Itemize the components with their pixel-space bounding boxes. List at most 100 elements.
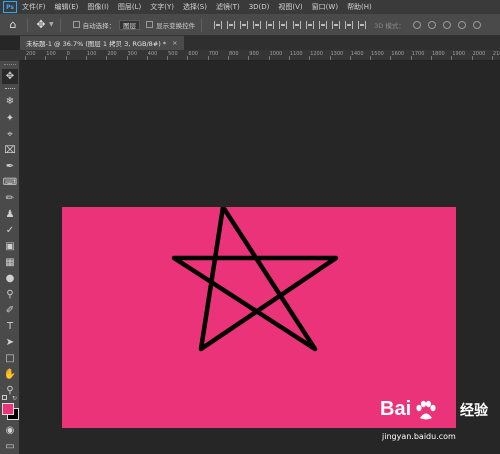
auto-select-label: 自动选择：	[82, 21, 116, 30]
orbit-3d-icon[interactable]	[412, 20, 421, 29]
menu-edit[interactable]: 编辑(E)	[55, 2, 79, 12]
watermark-suffix: 经验	[460, 403, 488, 419]
distribute-right-icon[interactable]	[358, 20, 367, 29]
ruler-tick-label: 900	[249, 51, 259, 57]
distribute-vcenter-icon[interactable]	[306, 20, 315, 29]
rectangle-tool-icon[interactable]: □	[2, 351, 18, 366]
path-selection-tool-icon[interactable]: ➤	[2, 335, 18, 350]
chevron-down-icon[interactable]: ▼	[49, 21, 54, 28]
menu-layer[interactable]: 图层(L)	[118, 2, 141, 12]
distribute-buttons	[293, 20, 367, 29]
menu-image[interactable]: 图像(I)	[87, 2, 109, 12]
default-colors-icon[interactable]	[2, 395, 7, 400]
horizontal-ruler[interactable]: 200 100 0 100 200 300 400 500 600 700 800 900 1000 11…	[20, 50, 500, 61]
move-tool-icon[interactable]: ✥	[2, 69, 18, 84]
panel-grip[interactable]	[3, 64, 16, 67]
marquee-tool-icon[interactable]	[5, 88, 15, 91]
options-bar: ⌂ ✥ ▼ 自动选择： 图层 显示变换控件 3D 模式：	[0, 14, 500, 36]
menu-file[interactable]: 文件(F)	[22, 2, 46, 12]
ruler-tick-label: 2100	[492, 51, 500, 57]
ruler-tick-label: 200	[107, 51, 117, 57]
align-top-icon[interactable]	[214, 20, 223, 29]
dodge-tool-icon[interactable]: ⚲	[2, 287, 18, 302]
swap-colors-icon[interactable]: ↻	[12, 395, 17, 402]
menu-help[interactable]: 帮助(H)	[347, 2, 372, 12]
watermark-logo: Bai	[380, 398, 412, 420]
3d-mode-label: 3D 模式：	[374, 21, 405, 30]
screen-mode-icon[interactable]: ▭	[2, 439, 18, 454]
auto-select-checkbox[interactable]	[72, 21, 80, 28]
show-transform-checkbox[interactable]	[146, 21, 154, 28]
type-tool-icon[interactable]: T	[2, 319, 18, 334]
align-right-icon[interactable]	[279, 20, 288, 29]
watermark: Bai 经验 jingyan.baidu.com	[380, 398, 500, 454]
align-hcenter-icon[interactable]	[266, 20, 275, 29]
distribute-left-icon[interactable]	[332, 20, 341, 29]
eyedropper-tool-icon[interactable]: ✒	[2, 159, 18, 174]
divider	[59, 17, 61, 32]
document-tab-bar: 未标题-1 @ 36.7% (图层 1 拷贝 3, RGB/8#) * ×	[20, 36, 500, 50]
pan-3d-icon[interactable]	[442, 20, 451, 29]
document-tab[interactable]: 未标题-1 @ 36.7% (图层 1 拷贝 3, RGB/8#) * ×	[20, 36, 184, 50]
photoshop-logo[interactable]: Ps	[3, 1, 17, 13]
show-transform-label: 显示变换控件	[156, 21, 196, 30]
ruler-tick-label: 1200	[310, 51, 323, 57]
star-shape[interactable]	[62, 207, 456, 428]
ruler-corner	[0, 50, 20, 61]
distribute-top-icon[interactable]	[293, 20, 302, 29]
align-left-icon[interactable]	[253, 20, 262, 29]
history-brush-tool-icon[interactable]: ✓	[2, 223, 18, 238]
divider	[27, 17, 28, 32]
lasso-tool-icon[interactable]: ❄	[2, 94, 18, 109]
ruler-tick-label: 1400	[350, 51, 364, 57]
ruler-tick-label: 100	[86, 51, 97, 57]
crop-tool-icon[interactable]: ⌖	[2, 127, 18, 142]
menu-select[interactable]: 选择(S)	[183, 2, 207, 12]
menu-type[interactable]: 文字(Y)	[150, 2, 174, 12]
menu-3d[interactable]: 3D(D)	[249, 3, 270, 11]
menu-view[interactable]: 视图(V)	[278, 2, 302, 12]
divider	[201, 17, 203, 32]
scale-3d-icon[interactable]	[472, 20, 481, 29]
home-icon[interactable]: ⌂	[5, 17, 21, 33]
paw-icon	[416, 400, 436, 420]
clone-stamp-tool-icon[interactable]: ♟	[2, 207, 18, 222]
align-bottom-icon[interactable]	[240, 20, 249, 29]
ruler-tick-label: 700	[208, 51, 219, 57]
ruler-tick-label: 0	[66, 51, 70, 57]
distribute-bottom-icon[interactable]	[319, 20, 328, 29]
gradient-tool-icon[interactable]: ▦	[2, 255, 18, 270]
close-icon[interactable]: ×	[172, 39, 177, 47]
menu-window[interactable]: 窗口(W)	[312, 2, 338, 12]
align-buttons	[214, 20, 288, 29]
roll-3d-icon[interactable]	[427, 20, 436, 29]
ruler-tick-label: 1300	[330, 51, 344, 57]
ruler-tick-label: 2000	[472, 51, 486, 57]
menu-bar: Ps 文件(F) 编辑(E) 图像(I) 图层(L) 文字(Y) 选择(S) 滤…	[0, 0, 500, 14]
magic-wand-tool-icon[interactable]: ✦	[2, 111, 18, 126]
ruler-tick-label: 200	[26, 51, 36, 57]
brush-tool-icon[interactable]: ✏	[2, 191, 18, 206]
frame-tool-icon[interactable]: ⌧	[2, 143, 18, 158]
hand-tool-icon[interactable]: ✋	[2, 367, 18, 382]
distribute-hcenter-icon[interactable]	[345, 20, 354, 29]
canvas-document[interactable]	[62, 207, 456, 428]
ruler-tick-label: 800	[229, 51, 239, 57]
blur-tool-icon[interactable]: ●	[2, 271, 18, 286]
foreground-color-swatch[interactable]	[2, 403, 14, 415]
3d-mode-buttons	[412, 20, 481, 29]
healing-brush-tool-icon[interactable]: ⌨	[2, 175, 18, 190]
ruler-tick-label: 300	[127, 51, 138, 57]
eraser-tool-icon[interactable]: ▣	[2, 239, 18, 254]
align-vcenter-icon[interactable]	[227, 20, 236, 29]
pen-tool-icon[interactable]: ✐	[2, 303, 18, 318]
ruler-tick-label: 1100	[289, 51, 303, 57]
auto-select-dropdown[interactable]: 图层	[119, 19, 141, 30]
quick-mask-icon[interactable]: ◉	[2, 423, 18, 438]
document-tab-title: 未标题-1 @ 36.7% (图层 1 拷贝 3, RGB/8#) *	[26, 40, 167, 48]
ruler-tick-label: 500	[168, 51, 178, 57]
menu-filter[interactable]: 滤镜(T)	[216, 2, 240, 12]
ruler-tick-label: 100	[46, 51, 56, 57]
slide-3d-icon[interactable]	[457, 20, 466, 29]
move-tool-preset-icon[interactable]: ✥	[34, 18, 48, 31]
